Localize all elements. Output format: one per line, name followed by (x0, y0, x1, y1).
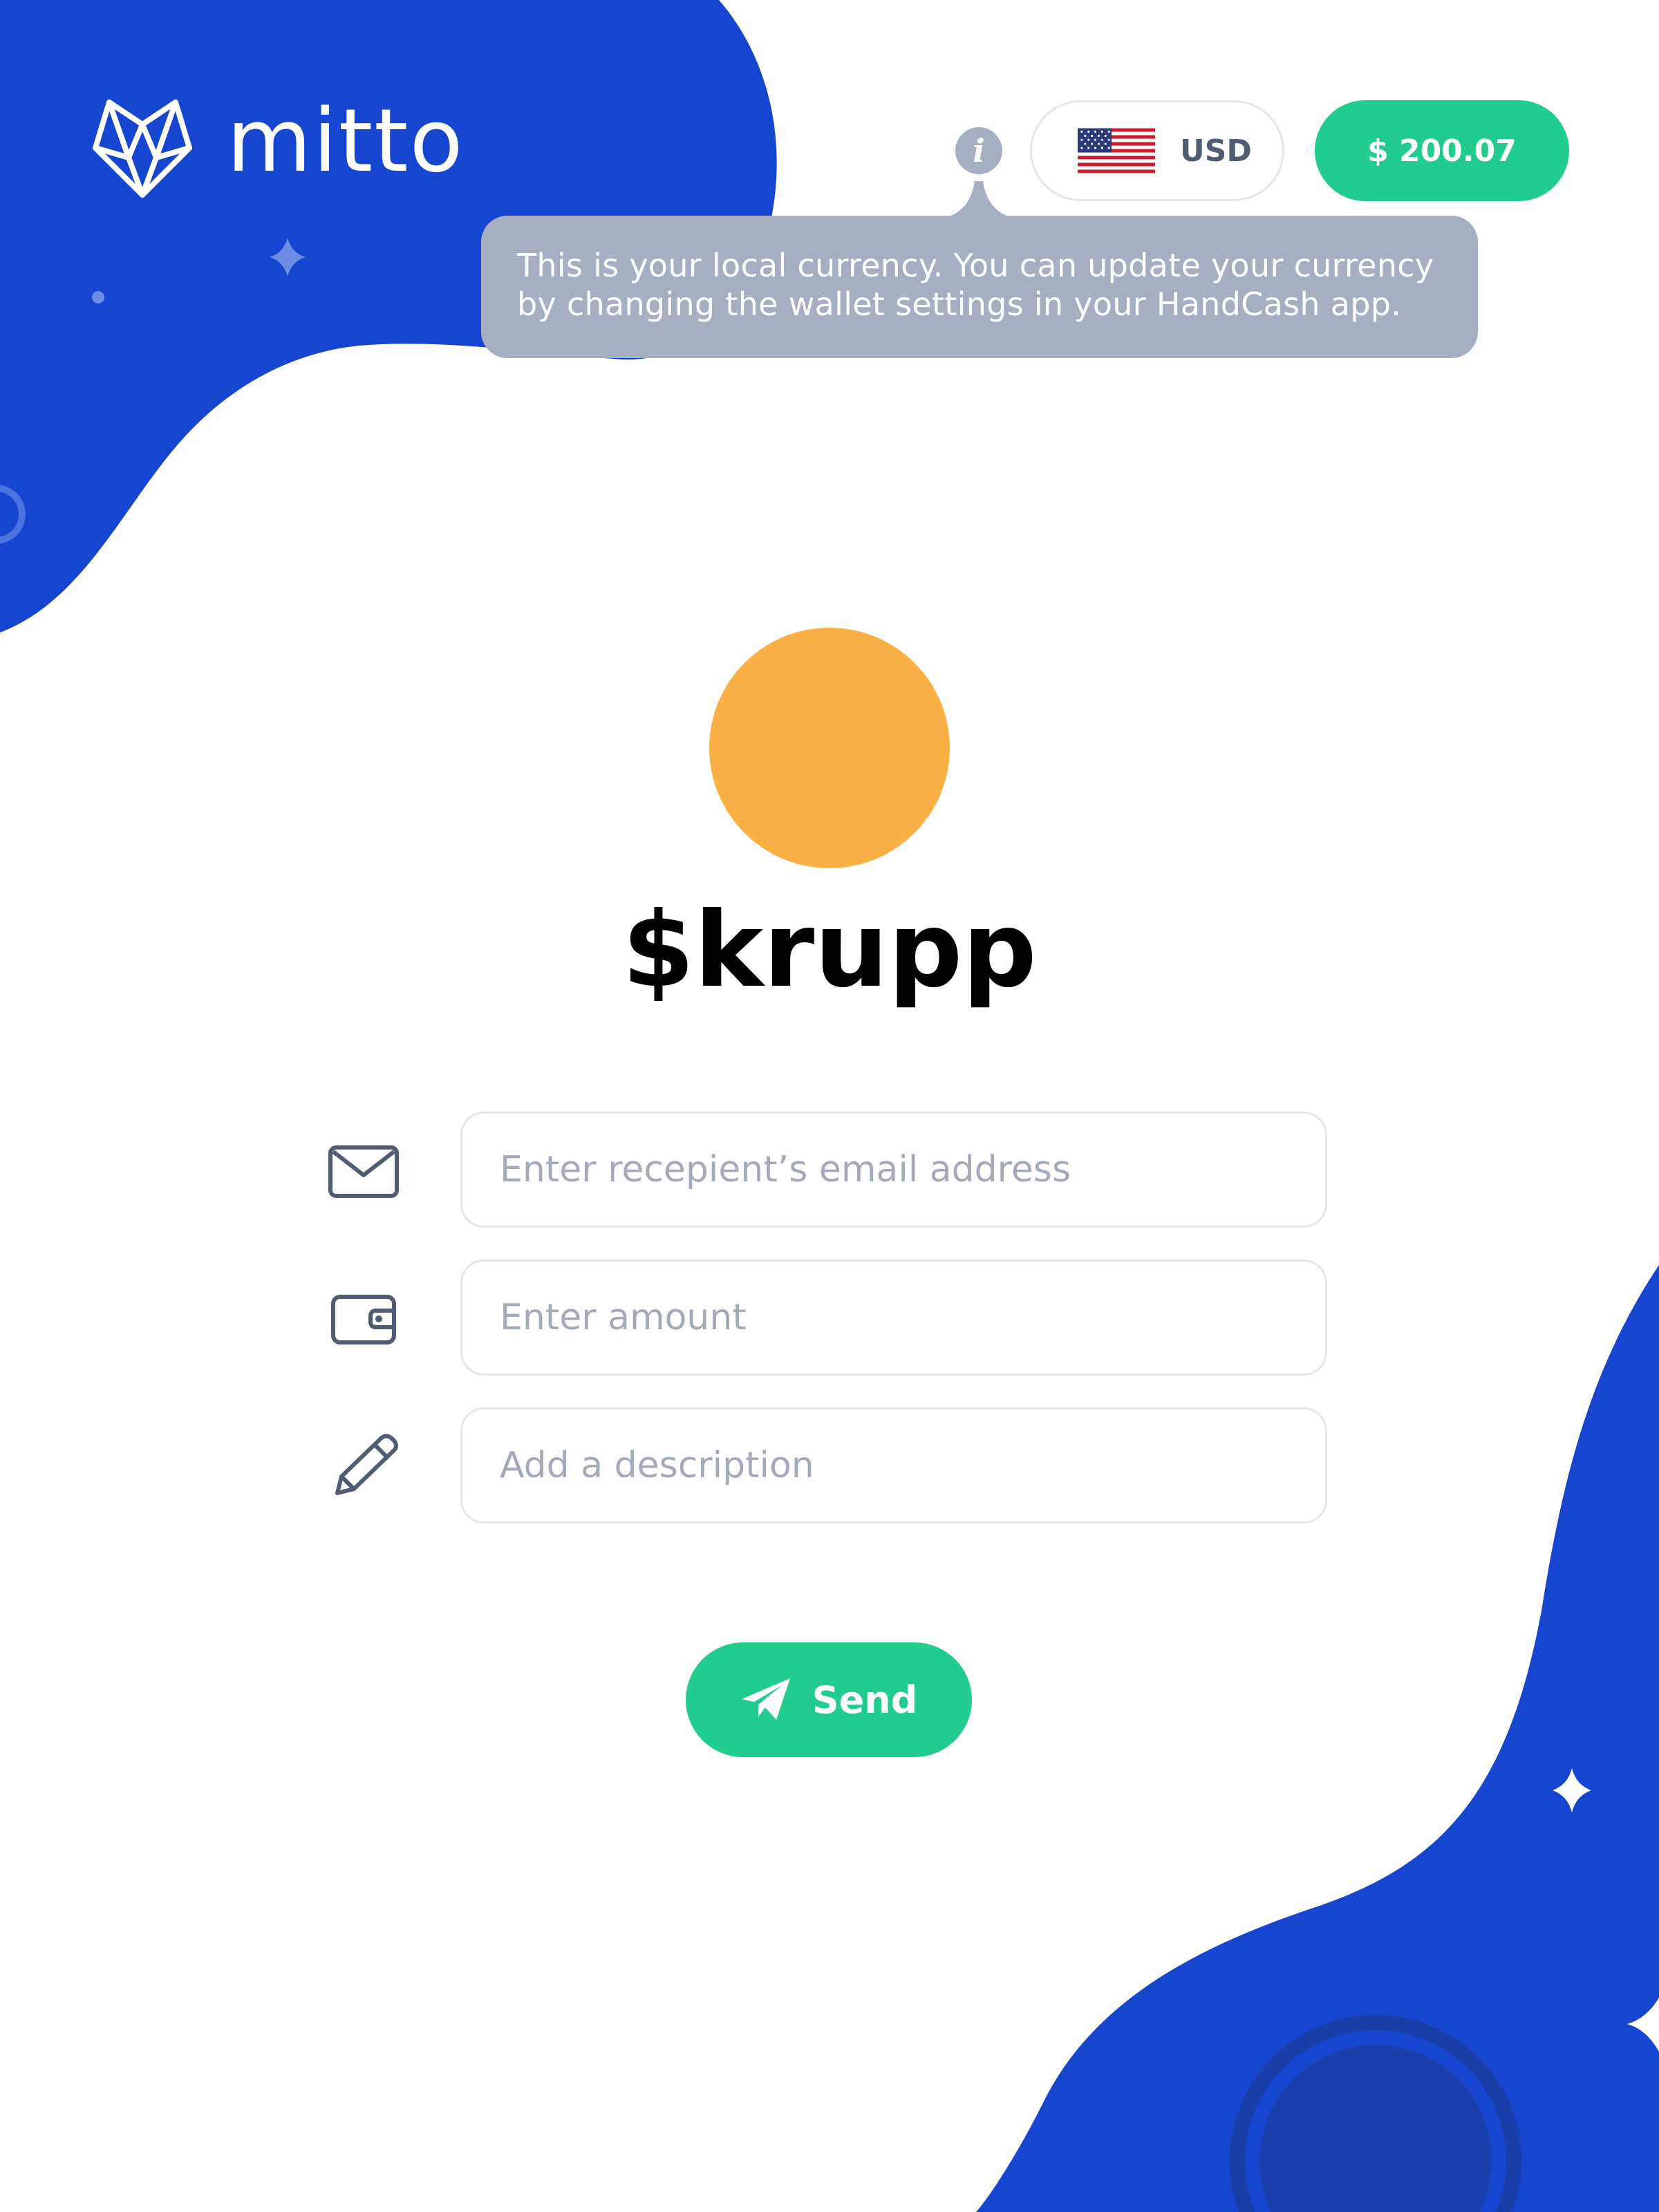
description-row (0, 1407, 1659, 1526)
brand-name: mitto (227, 90, 465, 191)
info-icon[interactable]: i (955, 127, 1002, 174)
pencil-icon (335, 1434, 398, 1495)
fox-head-logo-icon (93, 100, 192, 198)
send-label: Send (812, 1678, 918, 1722)
recipient-username: $krupp (622, 890, 1037, 1011)
currency-code: USD (1180, 133, 1252, 169)
paper-plane-icon (741, 1678, 790, 1720)
description-field[interactable] (460, 1407, 1327, 1524)
email-field[interactable] (460, 1112, 1327, 1228)
currency-selector[interactable]: USD (1030, 100, 1284, 201)
tooltip-line-2: by changing the wallet settings in your … (517, 285, 1402, 323)
balance-button[interactable]: $ 200.07 (1315, 100, 1569, 201)
email-row (0, 1112, 1659, 1230)
tooltip-line-1: This is your local currency. You can upd… (517, 247, 1434, 284)
avatar (709, 628, 950, 868)
currency-tooltip: This is your local currency. You can upd… (481, 216, 1478, 358)
tooltip-pointer (926, 181, 1031, 220)
us-flag-icon (1078, 128, 1155, 174)
send-button[interactable]: Send (686, 1642, 972, 1757)
wallet-icon (331, 1295, 396, 1344)
amount-row (0, 1259, 1659, 1378)
info-glyph: i (973, 132, 985, 169)
envelope-icon (328, 1145, 399, 1198)
decor-dot (92, 291, 104, 303)
balance-amount: $ 200.07 (1367, 133, 1517, 169)
app-logo[interactable]: mitto (90, 97, 465, 198)
send-payment-page: mitto i USD $ 200.07 This is your local … (0, 0, 1659, 2212)
amount-field[interactable] (460, 1259, 1327, 1376)
